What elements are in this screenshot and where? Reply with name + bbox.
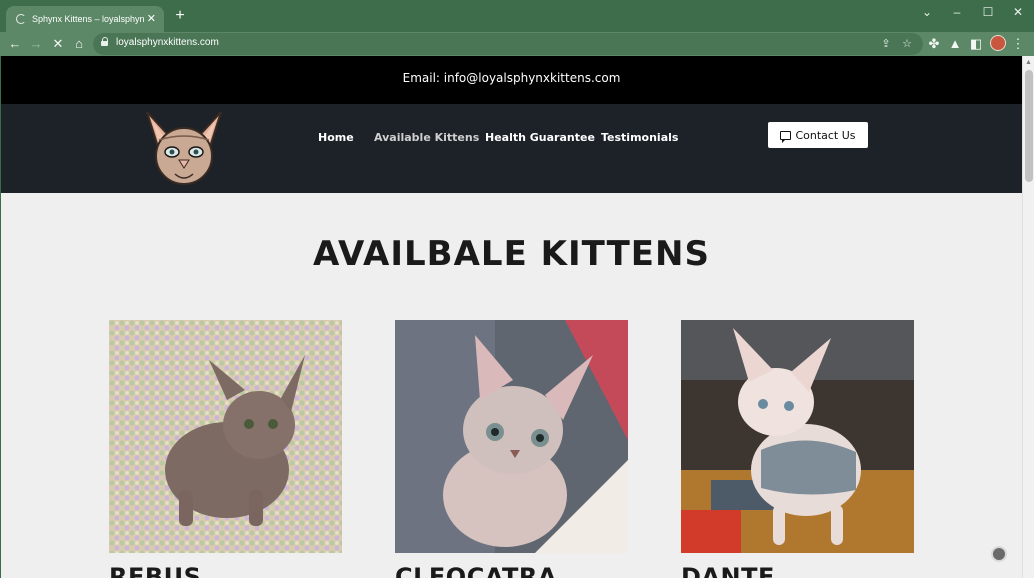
site-navbar: Home Available Kittens Health Guarantee … [1,104,1022,193]
kitten-name[interactable]: DANTE [681,563,775,578]
tab-strip: Sphynx Kittens – loyalsphynxkitte ✕ + ⌄ … [0,0,1034,32]
nav-health-guarantee[interactable]: Health Guarantee [485,131,595,144]
address-url: loyalsphynxkittens.com [116,37,219,48]
scroll-up-arrow-icon[interactable]: ▲ [1025,59,1032,66]
browser-window: Sphynx Kittens – loyalsphynxkitte ✕ + ⌄ … [0,0,1034,578]
share-icon[interactable]: ⇪ [878,36,894,52]
bookmark-star-icon[interactable]: ☆ [899,36,915,52]
extensions-puzzle-icon[interactable]: ✤ [925,35,943,53]
stop-loading-icon[interactable]: ✕ [49,35,67,53]
home-icon[interactable]: ⌂ [70,35,88,53]
page-scrollbar[interactable]: ▲ [1022,56,1034,578]
scrollbar-thumb[interactable] [1025,70,1033,182]
maximize-button[interactable]: ☐ [976,4,1000,20]
contact-us-label: Contact Us [795,128,856,142]
chat-bubble-icon [780,130,792,143]
side-panel-icon[interactable]: ◧ [967,35,985,53]
kitten-card[interactable]: REBUS [109,320,342,578]
top-info-bar: Email: info@loyalsphynxkittens.com [1,56,1022,104]
minimize-button[interactable]: – [945,4,969,20]
kitten-photo-dante[interactable] [681,320,914,553]
forward-arrow-icon[interactable]: → [27,35,45,53]
menu-kebab-icon[interactable]: ⋮ [1009,35,1027,53]
tab-title: Sphynx Kittens – loyalsphynxkitte [32,14,144,24]
nav-home[interactable]: Home [318,131,354,144]
browser-toolbar: ← → ✕ ⌂ loyalsphynxkittens.com ⇪ ☆ ✤ ▲ ◧… [0,32,1034,56]
new-tab-button[interactable]: + [172,7,188,25]
kitten-card[interactable]: DANTE [681,320,914,578]
kitten-card[interactable]: CLEOCATRA [395,320,628,578]
back-arrow-icon[interactable]: ← [6,35,24,53]
contact-email[interactable]: Email: info@loyalsphynxkittens.com [1,71,1022,85]
sphynx-cat-logo[interactable] [139,110,229,188]
close-window-button[interactable]: ✕ [1006,4,1030,20]
page-viewport: Email: info@loyalsphynxkittens.com Home … [1,56,1022,578]
accessibility-widget-icon[interactable] [991,546,1007,562]
address-bar[interactable]: loyalsphynxkittens.com ⇪ ☆ [93,33,923,55]
close-tab-icon[interactable]: ✕ [147,12,156,25]
kitten-name[interactable]: CLEOCATRA [395,563,557,578]
kitten-name[interactable]: REBUS [109,563,201,578]
loading-spinner-icon [16,14,26,24]
browser-tab[interactable]: Sphynx Kittens – loyalsphynxkitte ✕ [6,6,164,32]
tab-search-icon[interactable]: ⌄ [915,4,939,20]
page-heading: AVAILBALE KITTENS [313,234,710,274]
kitten-photo-rebus[interactable] [109,320,342,553]
lab-flask-icon[interactable]: ▲ [946,35,964,53]
contact-us-button[interactable]: Contact Us [768,122,868,148]
profile-avatar[interactable] [990,35,1006,51]
kitten-photo-cleocatra[interactable] [395,320,628,553]
lock-icon[interactable] [101,37,109,47]
nav-available-kittens[interactable]: Available Kittens [374,131,479,144]
nav-testimonials[interactable]: Testimonials [601,131,678,144]
